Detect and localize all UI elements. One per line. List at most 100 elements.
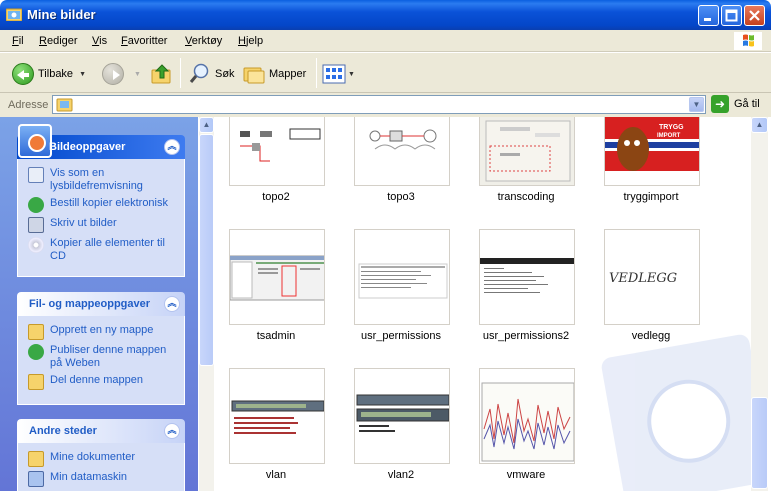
go-button[interactable]: ➜ Gå til (711, 95, 760, 113)
close-button[interactable] (744, 5, 765, 26)
collapse-chevron-icon[interactable]: ︽ (164, 139, 180, 155)
menu-edit[interactable]: Rediger (39, 35, 78, 47)
toolbar-separator (180, 58, 181, 88)
thumbnail-vmware[interactable] (479, 368, 575, 464)
search-button[interactable]: Søk (188, 61, 235, 87)
task-panel: Bildeoppgaver ︽ Vis som en lysbildefremv… (0, 117, 198, 491)
thumbnail-usr-permissions[interactable] (354, 229, 450, 325)
task-label: Publiser denne mappen på Weben (50, 344, 167, 369)
file-view: topo2 topo3 transcoding TRYGG IMPORT try… (214, 117, 751, 491)
file-tasks-pane: Fil- og mappeoppgaver ︽ Opprett en ny ma… (17, 292, 185, 405)
thumbnail-tryggimport[interactable]: TRYGG IMPORT (604, 117, 700, 186)
task-order-prints[interactable]: Bestill kopier elektronisk (28, 197, 176, 213)
globe-icon (28, 197, 44, 213)
go-label: Gå til (734, 98, 760, 110)
menu-bar: Fil Rediger Vis Favoritter Verktøy Hjelp (0, 30, 771, 52)
task-slideshow[interactable]: Vis som en lysbildefremvisning (28, 167, 176, 193)
task-label: Opprett en ny mappe (50, 324, 154, 336)
task-label: Bestill kopier elektronisk (50, 197, 168, 209)
address-dropdown-icon[interactable]: ▼ (689, 97, 704, 112)
my-pictures-icon (56, 98, 73, 112)
other-places-body: Mine dokumenter Min datamaskin (17, 443, 185, 491)
scroll-up-arrow-icon[interactable]: ▲ (199, 117, 214, 133)
trygg-text: TRYGG (659, 124, 684, 131)
task-share-folder[interactable]: Del denne mappen (28, 374, 176, 390)
title-bar[interactable]: Mine bilder (0, 0, 771, 30)
views-button[interactable]: ▼ (322, 61, 355, 87)
file-tasks-header[interactable]: Fil- og mappeoppgaver ︽ (17, 292, 185, 316)
thumbnail-vlan[interactable] (229, 368, 325, 464)
my-computer-icon (28, 471, 44, 487)
import-text: IMPORT (657, 133, 681, 139)
back-button[interactable]: Tilbake ▼ (12, 61, 86, 87)
cd-icon (28, 237, 44, 253)
place-my-computer[interactable]: Min datamaskin (28, 471, 176, 487)
file-tasks-title: Fil- og mappeoppgaver (29, 298, 151, 310)
views-dropdown-icon: ▼ (348, 70, 355, 78)
forward-button[interactable]: ▼ (102, 61, 141, 87)
collapse-chevron-icon[interactable]: ︽ (164, 296, 180, 312)
back-dropdown-icon[interactable]: ▼ (79, 71, 86, 78)
file-name[interactable]: tryggimport (589, 191, 713, 203)
scroll-up-arrow-icon[interactable]: ▲ (751, 117, 768, 133)
my-documents-icon (28, 451, 44, 467)
thumbnail-topo3[interactable] (354, 117, 450, 186)
windows-logo-icon (734, 32, 762, 50)
task-new-folder[interactable]: Opprett en ny mappe (28, 324, 176, 340)
folders-button[interactable]: Mapper (242, 61, 306, 87)
file-name[interactable]: transcoding (464, 191, 588, 203)
window-title: Mine bilder (27, 7, 96, 22)
task-print[interactable]: Skriv ut bilder (28, 217, 176, 233)
place-label: Min datamaskin (50, 471, 128, 483)
printer-icon (28, 217, 44, 233)
other-places-title: Andre steder (29, 425, 97, 437)
up-folder-button[interactable] (150, 61, 174, 87)
file-name[interactable]: topo3 (339, 191, 463, 203)
menu-view[interactable]: Vis (92, 35, 107, 47)
file-name[interactable]: topo2 (214, 191, 338, 203)
thumbnail-tsadmin[interactable] (229, 229, 325, 325)
collapse-chevron-icon[interactable]: ︽ (164, 423, 180, 439)
back-arrow-icon (12, 63, 34, 85)
file-name[interactable]: vmware (464, 469, 588, 481)
file-view-scrollbar[interactable]: ▲ (751, 117, 768, 491)
menu-help[interactable]: Hjelp (238, 35, 263, 47)
picture-tasks-body: Vis som en lysbildefremvisning Bestill k… (17, 159, 185, 277)
toolbar-separator (316, 58, 317, 88)
new-folder-icon (28, 324, 44, 340)
task-copy-cd[interactable]: Kopier alle elementer til CD (28, 237, 176, 263)
forward-dropdown-icon[interactable]: ▼ (134, 71, 141, 78)
picture-tasks-header[interactable]: Bildeoppgaver ︽ (17, 124, 185, 159)
views-icon (322, 64, 346, 84)
publish-web-icon (28, 344, 44, 360)
file-name[interactable]: vlan2 (339, 469, 463, 481)
thumbnail-vlan2[interactable] (354, 368, 450, 464)
left-panel-scrollbar[interactable]: ▲ (199, 117, 214, 491)
scrollbar-thumb[interactable] (199, 134, 214, 366)
scrollbar-thumb[interactable] (751, 397, 768, 489)
search-icon (189, 63, 209, 83)
file-name[interactable]: vedlegg (589, 330, 713, 342)
menu-file[interactable]: Fil (12, 35, 24, 47)
menu-favorites[interactable]: Favoritter (121, 35, 167, 47)
address-label: Adresse (8, 99, 49, 111)
file-name[interactable]: vlan (214, 469, 338, 481)
other-places-header[interactable]: Andre steder ︽ (17, 419, 185, 443)
thumbnail-usr-permissions2[interactable] (479, 229, 575, 325)
file-name[interactable]: usr_permissions2 (464, 330, 588, 342)
menu-tools[interactable]: Verktøy (185, 35, 222, 47)
vedlegg-signature-text: VEDLEGG (609, 271, 677, 286)
task-publish-web[interactable]: Publiser denne mappen på Weben (28, 344, 176, 370)
address-input[interactable]: ▼ (52, 95, 706, 114)
thumbnail-topo2[interactable] (229, 117, 325, 186)
place-my-documents[interactable]: Mine dokumenter (28, 451, 176, 467)
maximize-button[interactable] (721, 5, 742, 26)
folders-label: Mapper (269, 68, 307, 80)
picture-tasks-icon (18, 124, 52, 158)
toolbar: Tilbake ▼ ▼ Søk Mapper ▼ (0, 53, 771, 93)
minimize-button[interactable] (698, 5, 719, 26)
file-name[interactable]: usr_permissions (339, 330, 463, 342)
file-name[interactable]: tsadmin (214, 330, 338, 342)
thumbnail-transcoding[interactable] (479, 117, 575, 186)
thumbnail-vedlegg[interactable]: VEDLEGG (604, 229, 700, 325)
